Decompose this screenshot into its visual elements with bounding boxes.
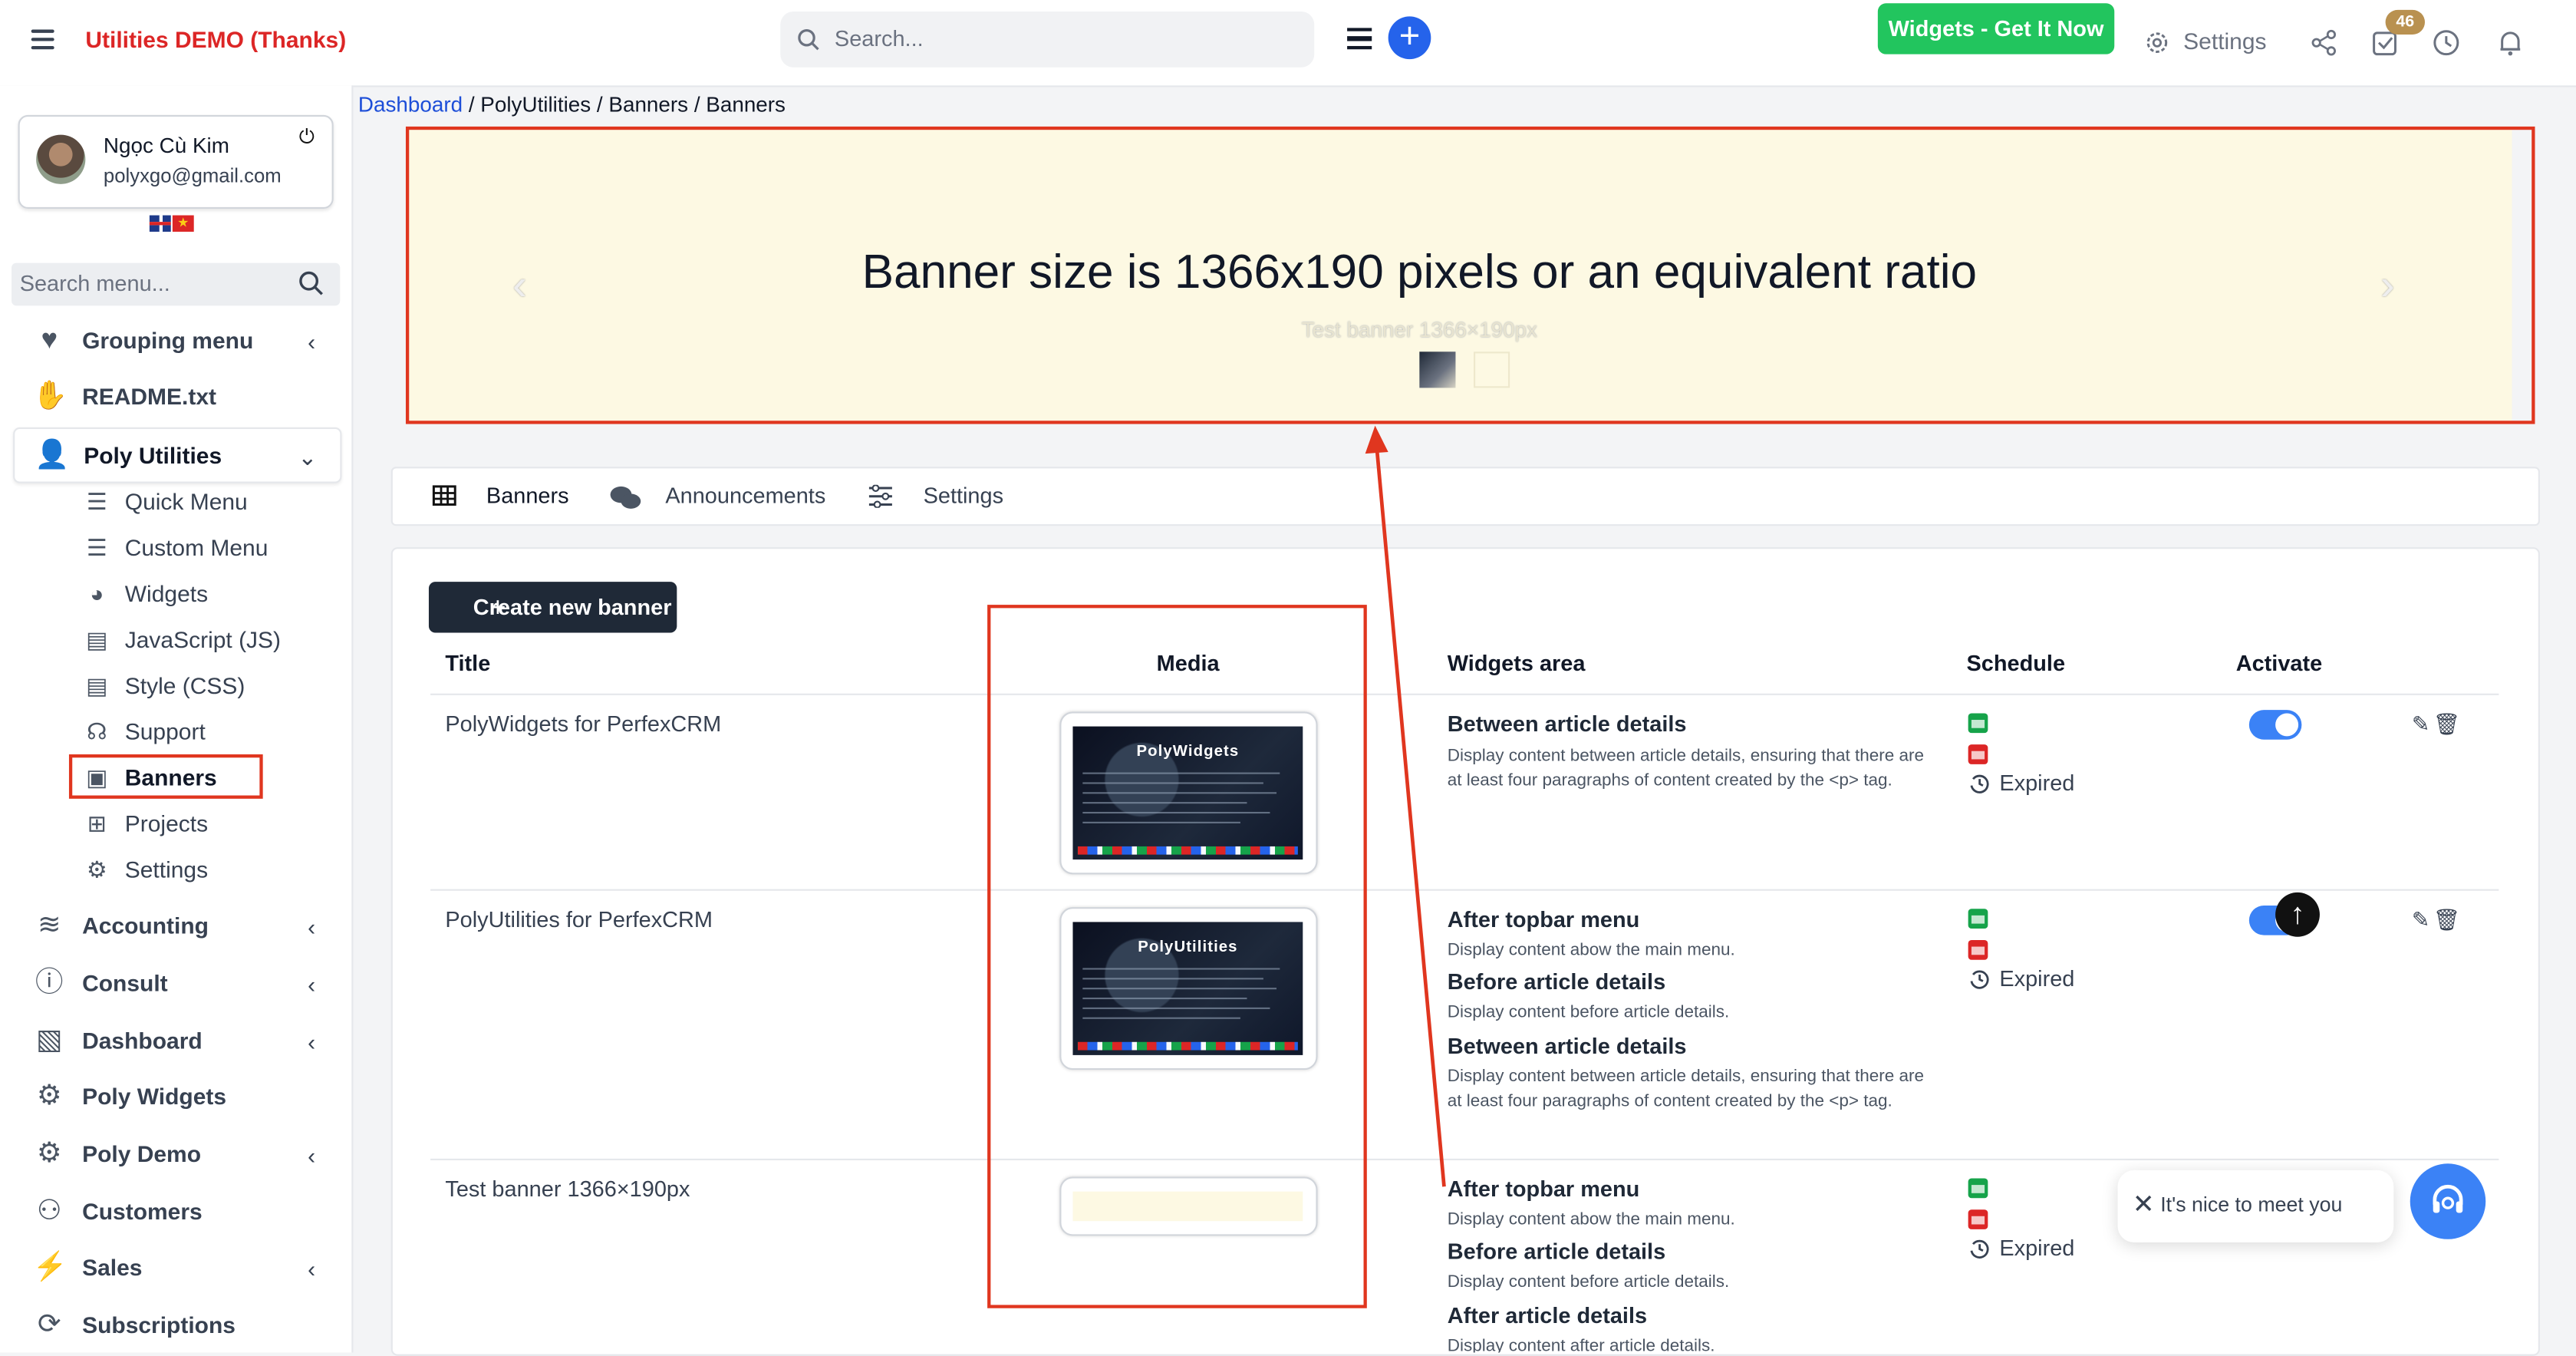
chat-message: It's nice to meet you	[2160, 1193, 2343, 1216]
chat-popup[interactable]: ✕ It's nice to meet you	[2117, 1170, 2394, 1243]
annotation-arrow	[1365, 425, 1446, 1187]
headset-icon	[2433, 1184, 2463, 1213]
close-icon[interactable]: ✕	[2133, 1188, 2155, 1221]
chat-button[interactable]	[2410, 1163, 2486, 1239]
